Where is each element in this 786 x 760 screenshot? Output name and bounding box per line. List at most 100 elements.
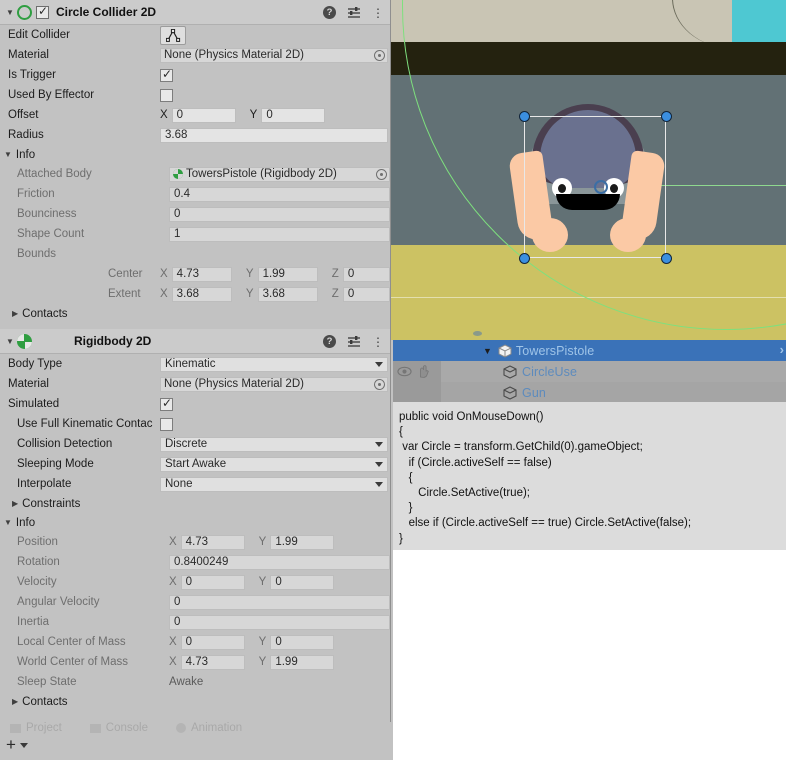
sleep-state-label: Sleep State [17, 676, 77, 688]
extent-x-value: 3.68 [171, 286, 232, 302]
chevron-down-icon [375, 481, 383, 487]
rotation-gizmo-icon[interactable] [594, 180, 608, 194]
row-angular-velocity: Angular Velocity 0 [0, 592, 390, 612]
foldout-triangle-icon[interactable]: ▼ [4, 150, 12, 159]
plus-icon[interactable]: + [6, 736, 16, 753]
position-x-axis-label: X [169, 536, 177, 548]
code-editor-panel[interactable]: public void OnMouseDown() { var Circle =… [393, 402, 786, 550]
constraints-foldout[interactable]: ▶ Constraints [0, 494, 390, 513]
foldout-triangle-icon[interactable]: ▼ [4, 518, 12, 527]
help-icon[interactable]: ? [323, 335, 336, 348]
row-rotation: Rotation 0.8400249 [0, 552, 390, 572]
resize-handle-top-left[interactable] [519, 111, 530, 122]
edit-collider-button[interactable] [160, 25, 186, 45]
collider-info-foldout[interactable]: ▼ Info [0, 145, 390, 164]
angular-velocity-label: Angular Velocity [17, 596, 100, 608]
hierarchy-row-gun[interactable]: Gun [393, 382, 786, 402]
tab-bar-overlay [0, 722, 393, 738]
simulated-checkbox[interactable] [160, 396, 173, 411]
foldout-triangle-icon[interactable]: ▼ [6, 8, 17, 17]
row-local-center-of-mass: Local Center of Mass X 0 Y 0 [0, 632, 390, 652]
chevron-down-icon[interactable] [19, 742, 28, 748]
code-editor-background [393, 550, 786, 760]
is-trigger-checkbox[interactable] [160, 67, 173, 82]
extent-z-value: 0 [342, 286, 390, 302]
bottom-tab-bar[interactable]: Project Console Animation [0, 722, 393, 760]
collider-contacts-foldout[interactable]: ▶ Contacts [0, 304, 390, 323]
add-asset-button[interactable]: + [6, 736, 28, 753]
friction-value: 0.4 [169, 186, 390, 202]
row-body-type: Body Type Kinematic [0, 354, 390, 374]
help-icon[interactable]: ? [323, 6, 336, 19]
attached-body-object-field[interactable]: TowersPistole (Rigidbody 2D) [169, 166, 390, 182]
component-enabled-checkbox[interactable] [36, 4, 49, 19]
more-menu-icon[interactable]: ⋮ [372, 336, 384, 348]
local-center-of-mass-label: Local Center of Mass [17, 636, 126, 648]
velocity-label: Velocity [17, 576, 57, 588]
radius-input[interactable]: 3.68 [160, 127, 388, 143]
component-title: Circle Collider 2D [56, 5, 157, 19]
hand-icon[interactable] [416, 365, 431, 378]
hierarchy-item-label: Gun [522, 385, 546, 400]
collision-detection-label: Collision Detection [17, 438, 113, 450]
preset-icon[interactable] [347, 335, 361, 348]
position-y-value: 1.99 [270, 534, 335, 550]
material-object-field[interactable]: None (Physics Material 2D) [160, 376, 388, 392]
component-title: Rigidbody 2D [74, 334, 152, 348]
object-picker-icon[interactable] [374, 378, 385, 390]
body-type-dropdown[interactable]: Kinematic [160, 356, 388, 372]
hierarchy-row-towerspistole[interactable]: ▼ TowersPistole › [393, 340, 786, 361]
row-inertia: Inertia 0 [0, 612, 390, 632]
more-menu-icon[interactable]: ⋮ [372, 7, 384, 19]
world-com-x-axis-label: X [169, 656, 177, 668]
object-picker-icon[interactable] [376, 168, 387, 180]
eye-icon[interactable] [397, 365, 412, 378]
used-by-effector-checkbox[interactable] [160, 88, 173, 102]
hierarchy-row-circleuse[interactable]: CircleUse [393, 361, 786, 382]
bounciness-label: Bounciness [17, 208, 77, 220]
sleeping-mode-dropdown[interactable]: Start Awake [160, 456, 388, 472]
foldout-triangle-icon[interactable]: ▼ [6, 337, 17, 346]
resize-handle-top-right[interactable] [661, 111, 672, 122]
row-simulated: Simulated [0, 394, 390, 414]
offset-y-input[interactable]: 0 [261, 107, 326, 123]
local-com-y-value: 0 [270, 634, 335, 650]
inspector-panel[interactable]: ▼ Circle Collider 2D ? ⋮ Edit Collider [0, 0, 391, 734]
offset-x-input[interactable]: 0 [171, 107, 236, 123]
material-object-field[interactable]: None (Physics Material 2D) [160, 47, 388, 63]
interpolate-dropdown[interactable]: None [160, 476, 388, 492]
collision-detection-dropdown[interactable]: Discrete [160, 436, 388, 452]
foldout-triangle-icon[interactable]: ▶ [12, 309, 18, 318]
rigidbody-info-foldout[interactable]: ▼ Info [0, 513, 390, 532]
row-collision-detection: Collision Detection Discrete [0, 434, 390, 454]
chevron-down-icon [375, 361, 383, 367]
foldout-triangle-icon[interactable]: ▶ [12, 499, 18, 508]
expand-triangle-icon[interactable]: ▼ [483, 346, 492, 356]
resize-handle-bottom-left[interactable] [519, 253, 530, 264]
extent-y-axis-label: Y [245, 288, 254, 300]
row-bounds-extent: Extent X 3.68 Y 3.68 Z 0 [0, 284, 390, 304]
prefab-cube-icon [503, 364, 517, 379]
hierarchy-panel[interactable]: ▼ TowersPistole › CircleUse Gun [393, 340, 786, 402]
object-picker-icon[interactable] [374, 49, 385, 61]
component-header-rigidbody-2d[interactable]: ▼ Rigidbody 2D ? ⋮ [0, 329, 390, 354]
is-trigger-label: Is Trigger [8, 69, 56, 81]
extent-x-axis-label: X [160, 288, 168, 300]
row-bounciness: Bounciness 0 [0, 204, 390, 224]
component-header-circle-collider-2d[interactable]: ▼ Circle Collider 2D ? ⋮ [0, 0, 390, 25]
local-com-x-value: 0 [180, 634, 245, 650]
chevron-right-icon[interactable]: › [780, 342, 784, 357]
info-label: Info [15, 148, 36, 161]
row-material: Material None (Physics Material 2D) [0, 45, 390, 65]
attached-body-label: Attached Body [17, 168, 92, 180]
world-center-of-mass-label: World Center of Mass [17, 656, 128, 668]
circle-collider-2d-icon [17, 4, 32, 20]
rigidbody-contacts-foldout[interactable]: ▶ Contacts [0, 692, 390, 711]
foldout-triangle-icon[interactable]: ▶ [12, 697, 18, 706]
body-type-value: Kinematic [165, 358, 216, 370]
use-full-kinematic-checkbox[interactable] [160, 417, 173, 431]
interpolate-label: Interpolate [17, 478, 72, 490]
resize-handle-bottom-right[interactable] [661, 253, 672, 264]
preset-icon[interactable] [347, 6, 361, 19]
hierarchy-row-content: ▼ TowersPistole [441, 344, 594, 358]
